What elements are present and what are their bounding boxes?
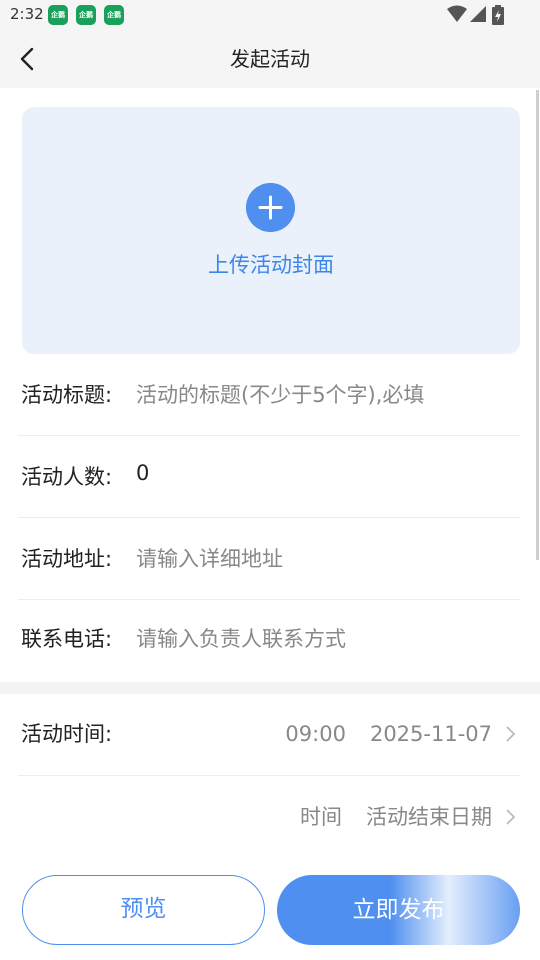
start-time[interactable]: 09:00 — [285, 722, 346, 746]
people-label: 活动人数: — [21, 465, 113, 489]
section-divider — [0, 682, 540, 694]
upload-cover-label: 上传活动封面 — [208, 253, 334, 277]
phone-label: 联系电话: — [21, 627, 113, 651]
status-bar: 2:32 企鹅课 企鹅课 企鹅课 — [0, 0, 540, 39]
preview-button[interactable]: 预览 — [22, 875, 265, 945]
people-row[interactable]: 活动人数: 0 — [18, 436, 520, 518]
app-notification-icon: 企鹅课 — [76, 5, 96, 39]
start-time-row[interactable]: 活动时间: 09:00 2025-11-07 — [18, 694, 520, 776]
scrollbar[interactable] — [536, 90, 539, 560]
battery-icon — [492, 5, 504, 25]
title-label: 活动标题: — [21, 383, 113, 407]
watermark-overlay — [390, 875, 520, 945]
app-header: 发起活动 — [0, 30, 540, 88]
chevron-right-icon — [506, 809, 516, 825]
app-notification-icon: 企鹅课 — [104, 5, 124, 39]
app-notification-icon: 企鹅课 — [48, 5, 68, 39]
end-time[interactable]: 时间 — [300, 805, 342, 829]
end-date[interactable]: 活动结束日期 — [366, 805, 492, 829]
signal-icon — [470, 6, 486, 22]
bottom-action-bar: 预览 立即发布 — [0, 860, 540, 960]
back-icon[interactable] — [14, 44, 44, 74]
page-title: 发起活动 — [230, 47, 310, 71]
title-input[interactable]: 活动的标题(不少于5个字),必填 — [136, 354, 424, 436]
address-row[interactable]: 活动地址: 请输入详细地址 — [18, 518, 520, 600]
start-time-label: 活动时间: — [21, 722, 113, 746]
start-time-value[interactable]: 09:00 2025-11-07 — [285, 694, 492, 774]
add-icon[interactable] — [246, 183, 295, 232]
upload-cover-area[interactable]: 上传活动封面 — [22, 107, 520, 354]
address-input[interactable]: 请输入详细地址 — [136, 518, 283, 600]
end-time-value[interactable]: 时间 活动结束日期 — [300, 776, 492, 858]
title-row[interactable]: 活动标题: 活动的标题(不少于5个字),必填 — [18, 354, 520, 436]
address-label: 活动地址: — [21, 547, 113, 571]
people-input[interactable]: 0 — [136, 432, 149, 514]
status-time: 2:32 — [10, 5, 44, 23]
wifi-icon — [447, 5, 467, 22]
end-time-row[interactable]: 时间 活动结束日期 — [18, 776, 520, 858]
phone-row[interactable]: 联系电话: 请输入负责人联系方式 — [18, 598, 520, 680]
phone-input[interactable]: 请输入负责人联系方式 — [136, 598, 346, 680]
start-date[interactable]: 2025-11-07 — [370, 722, 492, 746]
chevron-right-icon — [506, 726, 516, 742]
